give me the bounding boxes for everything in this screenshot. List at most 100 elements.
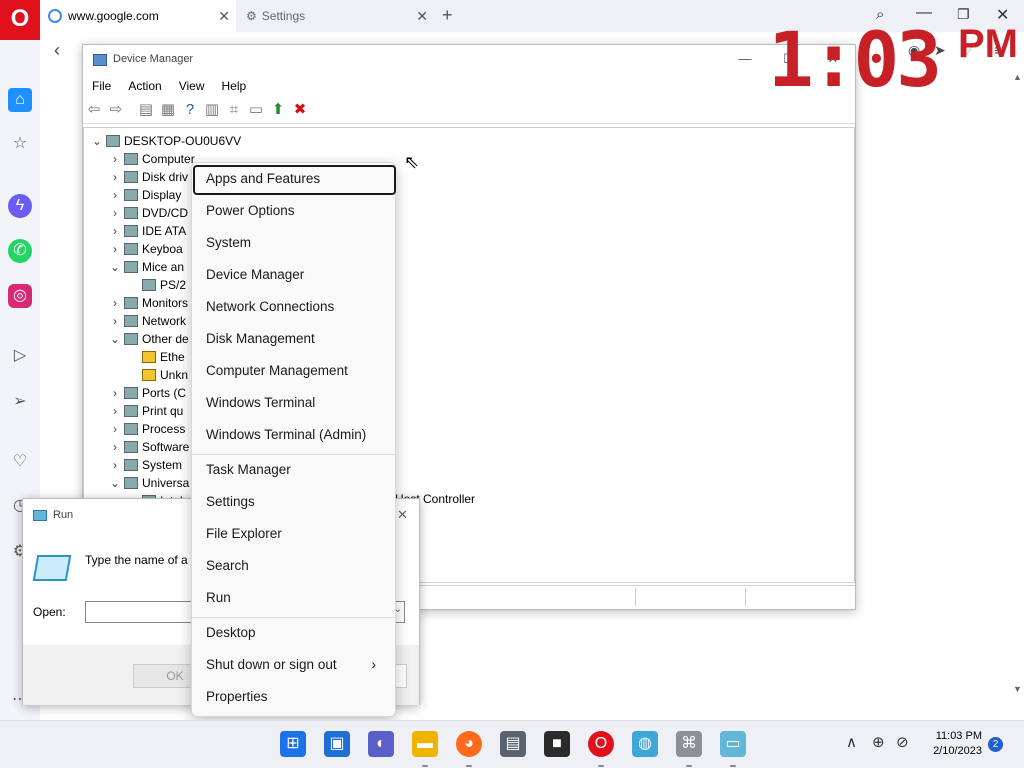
menu-item-system[interactable]: System (198, 229, 390, 257)
menu-item-desktop[interactable]: Desktop (198, 619, 390, 647)
tree-category-item[interactable]: › Software (108, 438, 189, 456)
chevron-down-icon[interactable]: ⌄ (108, 330, 122, 348)
menu-item-windows-terminal-admin[interactable]: Windows Terminal (Admin) (198, 421, 390, 449)
volume-muted-icon[interactable]: ⊘ (896, 733, 909, 751)
tree-category-item[interactable]: › Disk driv (108, 168, 188, 186)
messenger-icon[interactable]: ϟ (8, 194, 32, 218)
start-icon[interactable]: ⊞ (280, 731, 306, 757)
monitor-icon[interactable]: ▭ (245, 98, 267, 122)
menu-item-apps-and-features[interactable]: Apps and Features (198, 165, 390, 193)
tree-child-item[interactable]: PS/2 (126, 276, 186, 294)
scan-icon[interactable]: ⌗ (223, 98, 245, 122)
menu-help[interactable]: Help (213, 76, 255, 93)
chevron-right-icon[interactable]: › (108, 384, 122, 402)
chevron-right-icon[interactable]: › (108, 456, 122, 474)
chevron-right-icon[interactable]: › (108, 438, 122, 456)
new-tab-button[interactable]: + (442, 5, 453, 26)
menu-item-shut-down-or-sign-out[interactable]: Shut down or sign out › (198, 651, 390, 679)
chevron-right-icon[interactable]: › (108, 222, 122, 240)
page-scrollbar[interactable]: ▲ ▼ (1010, 68, 1024, 720)
instagram-icon[interactable]: ◎ (8, 284, 32, 308)
tab-settings[interactable]: ⚙ Settings ✕ (238, 0, 434, 32)
tree-category-item[interactable]: › Process (108, 420, 185, 438)
media-icon[interactable]: ■ (544, 731, 570, 757)
notepad-icon[interactable]: ▤ (500, 731, 526, 757)
menu-view[interactable]: View (170, 76, 213, 93)
menu-item-properties[interactable]: Properties (198, 683, 390, 711)
chevron-right-icon[interactable]: › (108, 294, 122, 312)
menu-item-disk-management[interactable]: Disk Management (198, 325, 390, 353)
chevron-right-icon[interactable]: › (108, 312, 122, 330)
tree-category-item[interactable]: › Monitors (108, 294, 188, 312)
chevron-right-icon[interactable]: › (108, 240, 122, 258)
tree-category-item[interactable]: › Print qu (108, 402, 183, 420)
tree-category-item[interactable]: › IDE ATA (108, 222, 186, 240)
menu-item-computer-management[interactable]: Computer Management (198, 357, 390, 385)
maps-icon[interactable]: ◍ (632, 731, 658, 757)
chevron-down-icon[interactable]: ⌄ (108, 258, 122, 276)
opera-logo-icon[interactable]: O (0, 0, 40, 40)
menu-item-power-options[interactable]: Power Options (198, 197, 390, 225)
view-icon[interactable]: ▥ (201, 98, 223, 122)
minimize-button[interactable]: — (735, 51, 755, 69)
properties-icon[interactable]: ▤ (135, 98, 157, 122)
tree-category-item[interactable]: › Ports (C (108, 384, 186, 402)
details-icon[interactable]: ▦ (157, 98, 179, 122)
uninstall-icon[interactable]: ✖ (289, 98, 311, 122)
close-tab-icon[interactable]: ✕ (218, 8, 230, 25)
send-icon[interactable]: ➢ (8, 390, 32, 414)
chevron-down-icon[interactable]: ⌄ (90, 132, 104, 150)
device-manager-icon[interactable]: ⌘ (676, 731, 702, 757)
menu-item-network-connections[interactable]: Network Connections (198, 293, 390, 321)
chevron-right-icon[interactable]: › (108, 150, 122, 168)
add-driver-icon[interactable]: ⬆ (267, 98, 289, 122)
tree-category-item[interactable]: › System (108, 456, 182, 474)
heart-icon[interactable]: ♡ (8, 450, 32, 474)
tree-category-item[interactable]: › Keyboa (108, 240, 183, 258)
menu-item-settings[interactable]: Settings (198, 488, 390, 516)
clock[interactable]: 11:03 PM 2/10/2023 (916, 729, 982, 759)
chevron-right-icon[interactable]: › (108, 186, 122, 204)
tree-category-item[interactable]: › DVD/CD (108, 204, 188, 222)
menu-item-device-manager[interactable]: Device Manager (198, 261, 390, 289)
close-button[interactable]: ✕ (397, 507, 408, 523)
file-explorer-icon[interactable]: ▬ (412, 731, 438, 757)
opera-icon[interactable]: O (588, 731, 614, 757)
close-tab-icon[interactable]: ✕ (416, 8, 428, 25)
player-icon[interactable]: ▷ (8, 344, 32, 368)
globe-icon[interactable]: ⊕ (872, 733, 885, 751)
tree-category-item[interactable]: › Computer (108, 150, 195, 168)
menu-file[interactable]: File (83, 76, 119, 93)
help-icon[interactable]: ? (179, 98, 201, 122)
notification-badge[interactable]: 2 (988, 737, 1003, 752)
menu-item-file-explorer[interactable]: File Explorer (198, 520, 390, 548)
menu-item-run[interactable]: Run (198, 584, 390, 612)
menu-action[interactable]: Action (119, 76, 169, 93)
widgets-icon[interactable]: ▣ (324, 731, 350, 757)
tree-child-item[interactable]: Unkn (126, 366, 188, 384)
whatsapp-icon[interactable]: ✆ (8, 239, 32, 263)
back-arrow-icon[interactable]: ‹ (54, 40, 60, 61)
back-icon[interactable]: ⇦ (83, 98, 105, 122)
chat-icon[interactable]: ◐ (368, 731, 394, 757)
menu-item-task-manager[interactable]: Task Manager (198, 456, 390, 484)
chevron-right-icon[interactable]: › (108, 168, 122, 186)
tree-root[interactable]: ⌄ DESKTOP-OU0U6VV (90, 132, 241, 150)
tree-category-item[interactable]: ⌄ Other de (108, 330, 189, 348)
chevron-down-icon[interactable]: ⌄ (108, 474, 122, 492)
chevron-right-icon[interactable]: › (108, 402, 122, 420)
chevron-right-icon[interactable]: › (108, 420, 122, 438)
run-icon[interactable]: ▭ (720, 731, 746, 757)
tree-category-item[interactable]: › Network (108, 312, 186, 330)
tree-category-item[interactable]: ⌄ Mice an (108, 258, 184, 276)
chevron-up-icon[interactable]: ∧ (846, 733, 857, 751)
chevron-right-icon[interactable]: › (108, 204, 122, 222)
tree-child-item[interactable]: Ethe (126, 348, 185, 366)
star-icon[interactable]: ☆ (8, 132, 32, 156)
tree-category-item[interactable]: ⌄ Universa (108, 474, 189, 492)
tree-category-item[interactable]: › Display (108, 186, 181, 204)
tab-google[interactable]: www.google.com ✕ (40, 0, 236, 32)
home-icon[interactable]: ⌂ (8, 88, 32, 112)
firefox-icon[interactable]: ◕ (456, 731, 482, 757)
forward-icon[interactable]: ⇨ (105, 98, 127, 122)
